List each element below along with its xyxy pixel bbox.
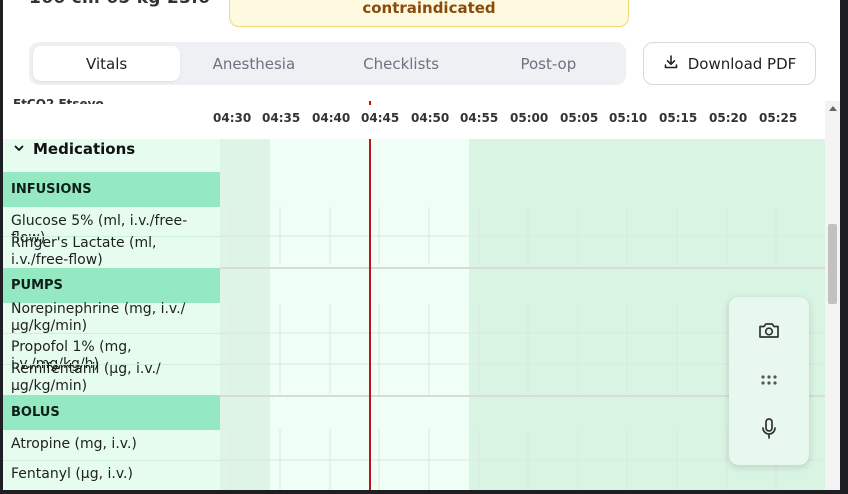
grid-dots-icon[interactable] — [757, 368, 781, 392]
time-label: 04:40 — [312, 111, 351, 125]
med-row-ringers-lactate[interactable]: Ringer's Lactate (ml, i.v./free-flow) — [11, 235, 216, 269]
cut-off-row-label: EtCO2 Etsevo — [13, 97, 104, 104]
medications-title: Medications — [33, 140, 136, 158]
view-tabs: Vitals Anesthesia Checklists Post-op — [29, 42, 626, 85]
time-label: 04:45 — [361, 111, 400, 125]
time-label: 05:10 — [609, 111, 648, 125]
camera-icon[interactable] — [757, 318, 781, 342]
med-row-fentanyl[interactable]: Fentanyl (µg, i.v.) — [11, 466, 216, 483]
section-bolus: BOLUS — [3, 395, 220, 430]
time-label: 05:00 — [510, 111, 549, 125]
time-label: 04:50 — [411, 111, 450, 125]
time-label: 05:25 — [759, 111, 798, 125]
scrollbar-thumb[interactable] — [828, 224, 837, 304]
timeline-header: EtCO2 Etsevo 04:30 04:35 04:40 04:45 04:… — [3, 97, 825, 140]
tab-checklists[interactable]: Checklists — [328, 46, 475, 81]
chevron-down-icon — [13, 140, 25, 158]
tab-vitals[interactable]: Vitals — [33, 46, 181, 81]
time-label: 05:05 — [560, 111, 599, 125]
microphone-icon[interactable] — [757, 417, 781, 441]
patient-stats: 166 cm 65 kg 23.6 — [29, 0, 210, 8]
scroll-up-arrow-icon[interactable] — [829, 106, 837, 111]
med-row-norepinephrine[interactable]: Norepinephrine (mg, i.v./µg/kg/min) — [11, 301, 216, 335]
section-infusions: INFUSIONS — [3, 172, 220, 207]
download-pdf-label: Download PDF — [687, 54, 797, 73]
now-marker-top — [369, 101, 371, 105]
med-row-atropine[interactable]: Atropine (mg, i.v.) — [11, 436, 216, 453]
time-label: 04:55 — [460, 111, 499, 125]
tab-anesthesia[interactable]: Anesthesia — [180, 46, 327, 81]
anesthesia-record-panel: 166 cm 65 kg 23.6 contraindicated Vitals… — [3, 0, 840, 490]
section-divider — [220, 267, 825, 269]
floating-action-toolbar — [729, 297, 809, 465]
row-divider — [3, 460, 220, 461]
time-label: 04:35 — [262, 111, 301, 125]
tab-post-op[interactable]: Post-op — [475, 46, 622, 81]
row-divider — [3, 333, 220, 334]
time-label: 05:20 — [709, 111, 748, 125]
medication-chart: Medications INFUSIONS Glucose 5% (ml, i.… — [3, 139, 825, 490]
warning-banner: contraindicated — [229, 0, 629, 27]
med-row-remifentanil[interactable]: Remifentanil (µg, i.v./µg/kg/min) — [11, 361, 216, 395]
time-label: 04:30 — [213, 111, 252, 125]
current-time-line — [369, 139, 371, 490]
section-pumps: PUMPS — [3, 268, 220, 303]
download-icon — [663, 54, 679, 74]
warning-text: contraindicated — [362, 0, 496, 17]
medications-toggle[interactable]: Medications — [13, 140, 135, 158]
time-label: 05:15 — [659, 111, 698, 125]
download-pdf-button[interactable]: Download PDF — [643, 42, 816, 85]
